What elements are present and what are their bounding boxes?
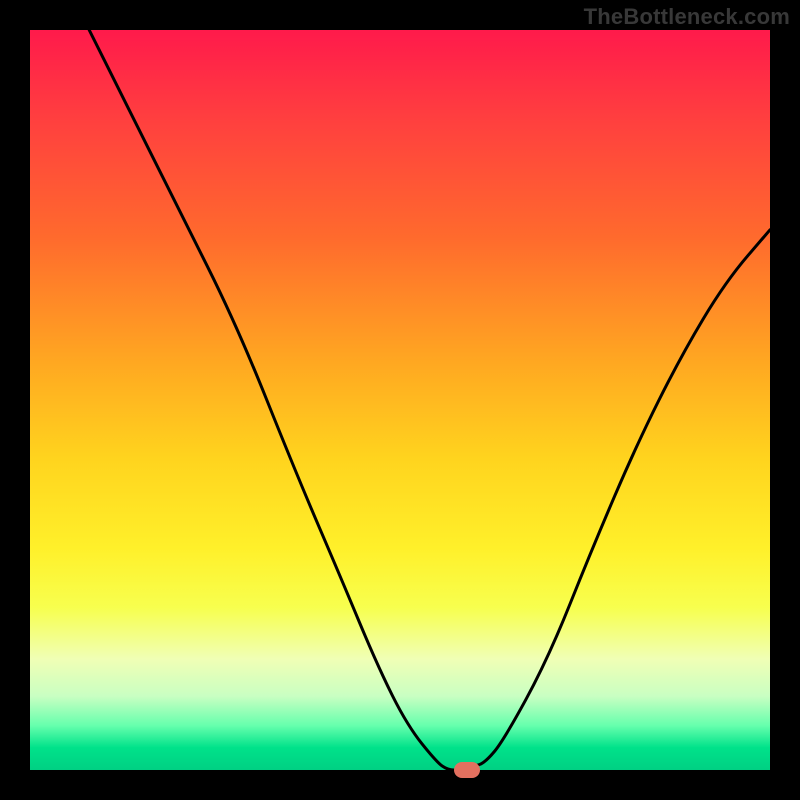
- optimal-marker: [454, 762, 480, 778]
- chart-frame: TheBottleneck.com: [0, 0, 800, 800]
- plot-area: [30, 30, 770, 770]
- bottleneck-curve: [89, 30, 770, 770]
- curve-svg: [30, 30, 770, 770]
- watermark-text: TheBottleneck.com: [584, 4, 790, 30]
